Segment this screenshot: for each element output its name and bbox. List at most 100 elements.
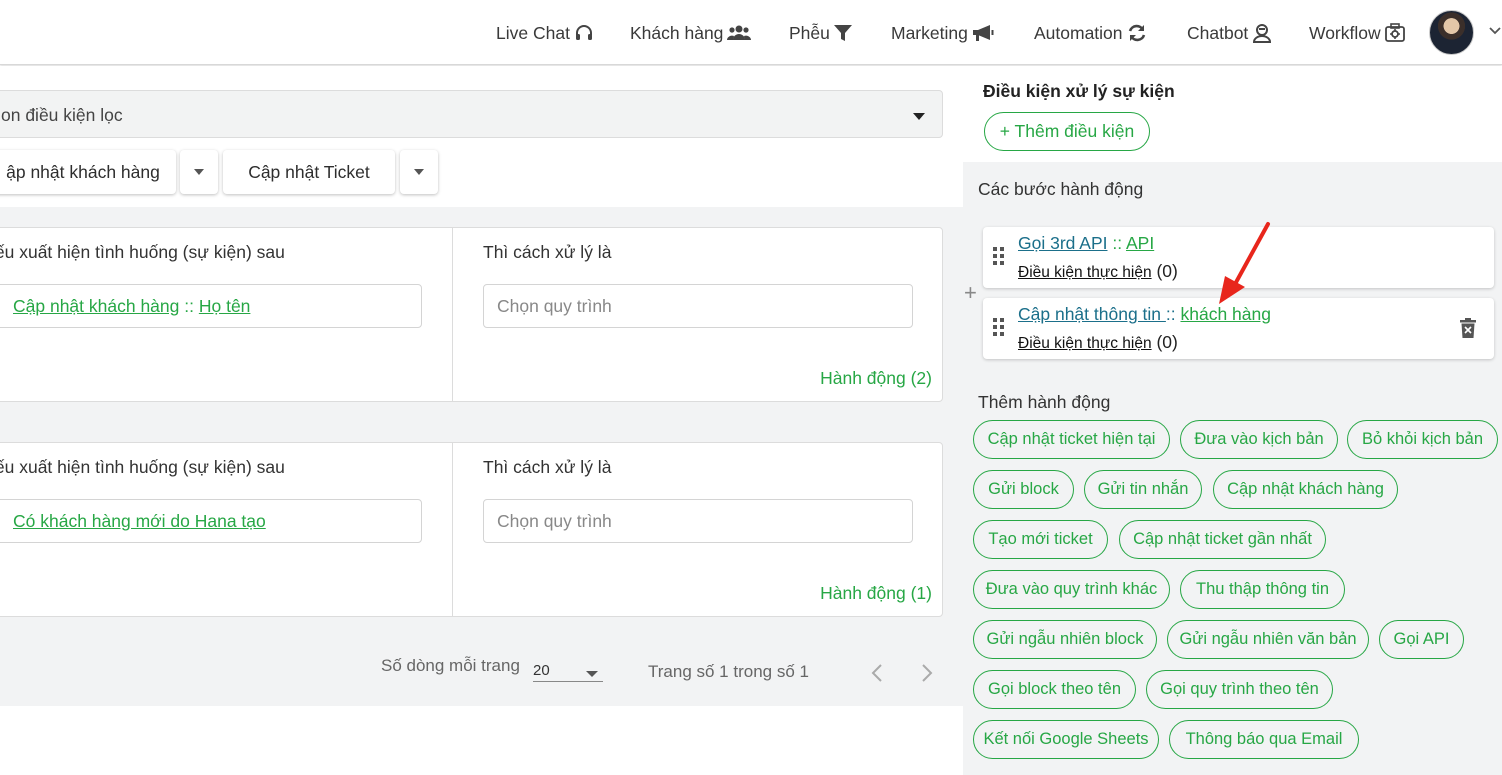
nav-label: Workflow [1309, 22, 1381, 43]
action-chip[interactable]: Gửi block [973, 470, 1074, 509]
bot-icon [1252, 23, 1272, 43]
step-separator: :: [1107, 233, 1126, 253]
chip-label: Đưa vào quy trình khác [985, 580, 1158, 598]
step-condition-link[interactable]: Điều kiện thực hiện [1018, 264, 1152, 281]
event-field-link[interactable]: Họ tên [199, 296, 251, 316]
event-link[interactable]: Cập nhật khách hàng [13, 296, 179, 316]
pagination: Số dòng mỗi trang 20 Trang số 1 trong số… [0, 656, 963, 706]
action-chip[interactable]: Cập nhật ticket hiện tại [973, 420, 1170, 459]
button-label: Cập nhật Ticket [248, 161, 370, 182]
button-label: ập nhật khách hàng [6, 161, 160, 182]
chip-label: Gọi API [1393, 630, 1450, 648]
action-chip[interactable]: Thông báo qua Email [1169, 720, 1359, 759]
rule-detail-panel: Điều kiện xử lý sự kiện + Thêm điều kiện… [963, 66, 1502, 775]
chip-label: Gửi ngẫu nhiên block [986, 630, 1144, 648]
rules-panel: on điều kiện lọc ập nhật khách hàng Cập … [0, 66, 963, 775]
add-actions-title: Thêm hành động [978, 392, 1111, 412]
nav-chatbot[interactable]: Chatbot [1187, 22, 1272, 44]
action-chip[interactable]: Đưa vào quy trình khác [973, 570, 1170, 609]
nav-funnel[interactable]: Phễu [789, 22, 852, 44]
step-target-link[interactable]: API [1126, 233, 1154, 253]
chip-label: Cập nhật khách hàng [1227, 480, 1384, 498]
action-chip[interactable]: Cập nhật khách hàng [1213, 470, 1398, 509]
action-chip[interactable]: Đưa vào kịch bản [1180, 420, 1338, 459]
rule-actions-link[interactable]: Hành động (1) [820, 583, 932, 604]
rule-actions-link[interactable]: Hành động (2) [820, 368, 932, 389]
delete-icon[interactable] [1460, 318, 1476, 343]
action-chip[interactable]: Gửi ngẫu nhiên văn bản [1167, 620, 1369, 659]
action-chip[interactable]: Thu thập thông tin [1180, 570, 1345, 609]
action-chip[interactable]: Gọi quy trình theo tên [1146, 670, 1333, 709]
column-divider [452, 443, 453, 616]
event-link[interactable]: Có khách hàng mới do Hana tạo [13, 511, 266, 531]
step-condition-link[interactable]: Điều kiện thực hiện [1018, 335, 1152, 352]
nav-label: Live Chat [496, 22, 570, 43]
avatar[interactable] [1429, 10, 1474, 55]
flow-select-input[interactable] [483, 284, 913, 328]
rows-per-page-value: 20 [533, 662, 550, 679]
step-target-link[interactable]: khách hàng [1180, 304, 1271, 324]
action-step-card[interactable]: Gọi 3rd API :: API Điều kiện thực hiện (… [983, 227, 1494, 288]
prev-page-icon[interactable] [871, 664, 883, 687]
filter-condition-select[interactable]: on điều kiện lọc [0, 90, 943, 138]
nav-automation[interactable]: Automation [1034, 22, 1147, 44]
workflow-icon [1384, 23, 1405, 43]
rule-then-label: Thì cách xử lý là [483, 242, 612, 262]
nav-customers[interactable]: Khách hàng [630, 22, 752, 44]
rows-per-page-select[interactable]: 20 [533, 656, 603, 682]
add-condition-button[interactable]: + Thêm điều kiện [984, 112, 1150, 151]
step-condition-count: (0) [1151, 332, 1178, 352]
action-chip[interactable]: Tạo mới ticket [973, 520, 1108, 559]
nav-live-chat[interactable]: Live Chat [496, 22, 594, 44]
update-customer-button[interactable]: ập nhật khách hàng [0, 150, 176, 194]
action-chip[interactable]: Gọi block theo tên [973, 670, 1136, 709]
action-chip[interactable]: Gửi ngẫu nhiên block [973, 620, 1157, 659]
action-chip[interactable]: Cập nhật ticket gần nhất [1119, 520, 1326, 559]
rows-per-page-label: Số dòng mỗi trang [381, 656, 520, 675]
drag-handle-icon[interactable] [993, 247, 1005, 270]
chip-label: Thu thập thông tin [1195, 580, 1329, 598]
action-step-card[interactable]: Cập nhật thông tin :: khách hàng Điều ki… [983, 298, 1494, 359]
headset-icon [574, 23, 594, 43]
chip-label: Tạo mới ticket [988, 530, 1093, 548]
caret-down-icon [912, 109, 926, 127]
caret-down-icon [193, 163, 205, 181]
nav-label: Phễu [789, 22, 830, 43]
step-condition: Điều kiện thực hiện (0) [1018, 261, 1178, 282]
rule-event-box[interactable]: Có khách hàng mới do Hana tạo [0, 499, 422, 543]
step-title: Gọi 3rd API :: API [1018, 233, 1154, 254]
drag-handle-icon[interactable] [993, 318, 1005, 341]
action-chip[interactable]: Gửi tin nhắn [1084, 470, 1202, 509]
nav-workflow[interactable]: Workflow [1309, 22, 1405, 44]
flow-select-input[interactable] [483, 499, 913, 543]
insert-step-icon[interactable]: + [964, 280, 977, 306]
event-separator: :: [179, 296, 199, 316]
nav-label: Automation [1034, 22, 1123, 43]
step-type-link[interactable]: Gọi 3rd API [1018, 233, 1108, 253]
step-condition-count: (0) [1151, 261, 1178, 281]
update-ticket-dropdown[interactable] [400, 150, 438, 194]
chip-label: Gửi block [988, 480, 1059, 498]
next-page-icon[interactable] [921, 664, 933, 687]
chevron-down-icon[interactable] [1488, 24, 1502, 43]
nav-marketing[interactable]: Marketing [891, 22, 994, 44]
step-type-link[interactable]: Cập nhật thông tin [1018, 304, 1166, 324]
chip-label: Bỏ khỏi kịch bản [1361, 430, 1484, 448]
chip-label: Cập nhật ticket gần nhất [1133, 530, 1312, 548]
action-chip[interactable]: Gọi API [1379, 620, 1464, 659]
rule-card[interactable]: lếu xuất hiện tình huống (sự kiện) sau T… [0, 442, 943, 617]
chip-label: Gọi quy trình theo tên [1160, 680, 1319, 698]
action-chip[interactable]: Kết nối Google Sheets [973, 720, 1159, 759]
update-customer-dropdown[interactable] [180, 150, 218, 194]
nav-label: Khách hàng [630, 22, 724, 43]
page-info: Trang số 1 trong số 1 [648, 662, 809, 681]
funnel-icon [833, 24, 852, 42]
chip-label: Gửi ngẫu nhiên văn bản [1179, 630, 1357, 648]
rule-event-box[interactable]: Cập nhật khách hàng :: Họ tên [0, 284, 422, 328]
chip-label: Cập nhật ticket hiện tại [987, 430, 1156, 448]
rule-card[interactable]: lếu xuất hiện tình huống (sự kiện) sau T… [0, 227, 943, 402]
action-chip[interactable]: Bỏ khỏi kịch bản [1347, 420, 1498, 459]
step-title: Cập nhật thông tin :: khách hàng [1018, 304, 1271, 325]
update-ticket-button[interactable]: Cập nhật Ticket [223, 150, 395, 194]
top-navbar: Live Chat Khách hàng Phễu Marketing Auto… [0, 0, 1502, 65]
